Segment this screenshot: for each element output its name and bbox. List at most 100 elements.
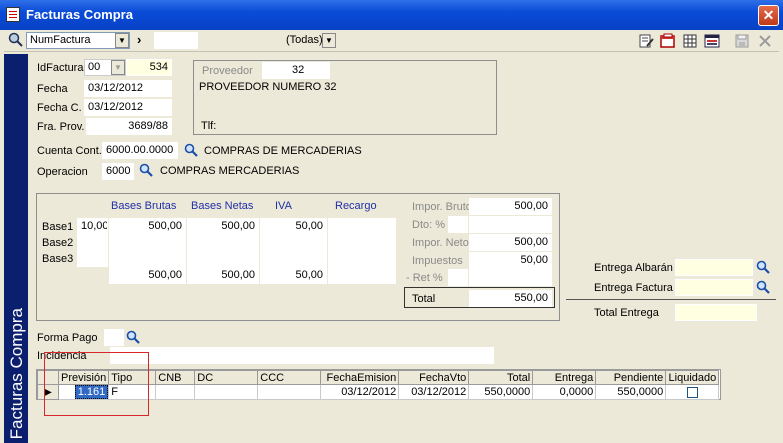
ret-pct-field[interactable] [448,269,468,286]
cuenta-search-icon[interactable] [184,143,198,157]
base3-pct-field[interactable] [77,250,108,267]
ccc-cell[interactable] [257,384,322,400]
entrega-factura-field[interactable] [675,279,753,296]
base3-recargo-field[interactable] [328,250,396,267]
fecha-field[interactable]: 03/12/2012 [84,80,172,97]
cuenta-code-field[interactable]: 6000.00.0000 [102,142,178,159]
total-cell[interactable]: 550,0000 [468,384,534,400]
window-title: Facturas Compra [26,7,133,22]
col-dc[interactable]: DC [194,370,259,385]
col-entrega[interactable]: Entrega [532,370,597,385]
dto-field[interactable] [469,216,552,233]
cuenta-desc: COMPRAS DE MERCADERIAS [204,145,362,157]
col-fecha-emision[interactable]: FechaEmision [320,370,400,385]
fraprov-field[interactable]: 3689/88 [86,118,172,135]
app-icon [6,7,20,22]
tlf-label: Tlf: [201,120,217,132]
grid-view-icon[interactable] [682,33,698,49]
fecha-vto-cell[interactable]: 03/12/2012 [398,384,470,400]
bruto-label: Impor. Bruto [412,201,472,213]
col-pendiente[interactable]: Pendiente [595,370,667,385]
base1-pct-field[interactable]: 10,00 [77,218,108,235]
entrega-albaran-field[interactable] [675,259,753,276]
title-bar: Facturas Compra ✕ [0,0,783,30]
total-entrega-field [675,304,757,321]
fechac-field[interactable]: 03/12/2012 [84,99,172,116]
ret-field[interactable] [469,269,552,286]
proveedor-code-field[interactable]: 32 [262,62,330,79]
close-window-button[interactable]: ✕ [758,5,779,26]
go-next-icon[interactable]: › [137,33,141,47]
base1-label: Base1 [42,221,74,233]
cnb-cell[interactable] [155,384,196,400]
fecha-emision-cell[interactable]: 03/12/2012 [320,384,400,400]
base2-recargo-field[interactable] [328,234,396,251]
base3-label: Base3 [42,253,74,265]
fechac-label: Fecha C. [37,102,82,114]
total-brutas-field: 500,00 [109,267,186,284]
serie-value: 00 [88,61,101,73]
filter-select[interactable]: (Todas) [286,33,323,47]
fraprov-label: Fra. Prov. [37,121,85,133]
base1-recargo-field[interactable] [328,218,396,235]
liquidado-checkbox[interactable] [686,386,698,398]
search-icon[interactable] [8,32,24,48]
filter-input[interactable] [154,32,198,49]
entrega-factura-search-icon[interactable] [756,280,770,294]
col-fecha-vto[interactable]: FechaVto [398,370,470,385]
total-entrega-label: Total Entrega [594,307,659,319]
base1-netas-field[interactable]: 500,00 [187,218,259,235]
base2-brutas-field[interactable] [109,234,186,251]
chevron-down-icon[interactable]: ▼ [115,33,129,48]
impuestos-label: Impuestos [412,255,463,267]
base1-iva-field[interactable]: 50,00 [260,218,327,235]
serie-chevron-down-icon[interactable]: ▼ [111,60,125,75]
operacion-code-field[interactable]: 6000 [102,163,134,180]
idfactura-field[interactable]: 534 [126,59,172,76]
bases-brutas-header: Bases Brutas [111,200,177,212]
base2-label: Base2 [42,237,74,249]
filter-chevron-down-icon[interactable]: ▼ [322,33,336,48]
operacion-label: Operacion [37,166,88,178]
col-total[interactable]: Total [468,370,534,385]
base3-brutas-field[interactable] [109,250,186,267]
col-ccc[interactable]: CCC [257,370,322,385]
forma-pago-search-icon[interactable] [126,330,140,344]
neto-field: 500,00 [469,234,552,251]
base3-netas-field[interactable] [187,250,259,267]
save-icon[interactable] [734,33,750,49]
base2-iva-field[interactable] [260,234,327,251]
dto-pct-field[interactable] [448,216,468,233]
base1-brutas-field[interactable]: 500,00 [109,218,186,235]
cancel-icon[interactable] [757,33,773,49]
total-netas-field: 500,00 [187,267,259,284]
fecha-label: Fecha [37,83,68,95]
bruto-field: 500,00 [469,198,552,215]
idfactura-label: IdFactura [37,62,84,74]
base2-netas-field[interactable] [187,234,259,251]
total-recargo-field [328,267,396,284]
entrega-albaran-search-icon[interactable] [756,260,770,274]
col-cnb[interactable]: CNB [155,370,196,385]
proveedor-label: Proveedor [202,65,253,77]
liquidado-cell[interactable] [665,384,720,400]
ret-label: - Ret % [406,272,443,284]
edit-icon[interactable] [638,33,654,49]
base2-pct-field[interactable] [77,234,108,251]
entrega-factura-label: Entrega Factura [594,282,673,294]
sidebar: Facturas Compra [4,54,28,443]
pendiente-cell[interactable]: 550,0000 [595,384,667,400]
form-view-icon[interactable] [704,33,720,49]
operacion-search-icon[interactable] [139,163,153,177]
total-field: 550,00 [469,290,552,307]
entrega-cell[interactable]: 0,0000 [532,384,597,400]
dc-cell[interactable] [194,384,259,400]
total-label: Total [412,293,436,305]
neto-label: Impor. Neto [412,237,469,249]
forma-pago-field[interactable] [104,329,124,346]
impuestos-field: 50,00 [469,252,552,269]
new-record-icon[interactable] [660,33,676,49]
incidencia-field[interactable] [110,347,494,364]
col-liquidado[interactable]: Liquidado [665,370,720,385]
base3-iva-field[interactable] [260,250,327,267]
